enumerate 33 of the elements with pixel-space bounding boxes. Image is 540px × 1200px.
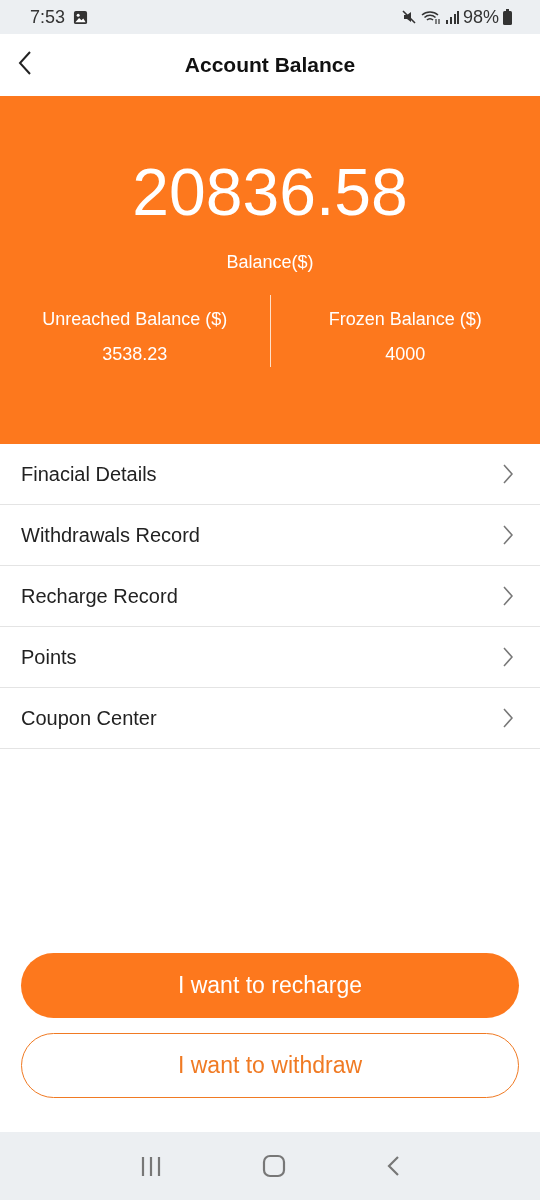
menu-label: Points xyxy=(21,645,77,669)
chevron-right-icon xyxy=(502,646,514,668)
sub-balance-label: Frozen Balance ($) xyxy=(328,309,482,330)
chevron-right-icon xyxy=(502,707,514,729)
mute-icon xyxy=(400,9,417,25)
menu-item[interactable]: Points xyxy=(0,627,540,688)
page-title: Account Balance xyxy=(184,53,356,77)
balance-label: Balance($) xyxy=(226,252,314,273)
wifi-icon xyxy=(420,9,441,25)
image-icon xyxy=(73,9,89,25)
recent-apps-icon[interactable] xyxy=(140,1155,162,1177)
menu-label: Withdrawals Record xyxy=(21,523,200,547)
menu-label: Coupon Center xyxy=(21,706,157,730)
sub-balance-value: 3538.23 xyxy=(102,344,168,365)
back-icon[interactable] xyxy=(386,1155,400,1177)
balance-amount: 20836.58 xyxy=(132,154,408,231)
battery-percent: 98% xyxy=(462,6,499,28)
sub-balance-value: 4000 xyxy=(385,344,426,365)
home-icon[interactable] xyxy=(262,1154,286,1178)
menu-item[interactable]: Withdrawals Record xyxy=(0,505,540,566)
menu-item[interactable]: Recharge Record xyxy=(0,566,540,627)
chevron-right-icon xyxy=(502,524,514,546)
menu-item[interactable]: Coupon Center xyxy=(0,688,540,749)
menu-label: Recharge Record xyxy=(21,584,178,608)
status-time: 7:53 xyxy=(30,6,66,28)
back-icon xyxy=(18,50,32,76)
battery-icon xyxy=(503,9,512,25)
signal-icon xyxy=(444,10,459,24)
menu-label: Finacial Details xyxy=(21,462,157,486)
menu-item[interactable]: Finacial Details xyxy=(0,444,540,505)
chevron-right-icon xyxy=(502,463,514,485)
chevron-right-icon xyxy=(502,585,514,607)
sub-balance-label: Unreached Balance ($) xyxy=(42,309,228,330)
